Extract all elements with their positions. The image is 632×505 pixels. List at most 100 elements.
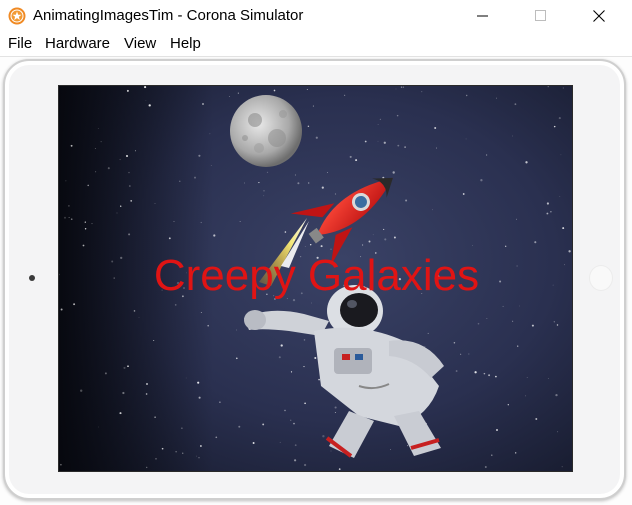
- star: [321, 186, 324, 189]
- close-button[interactable]: [576, 0, 622, 32]
- star: [344, 94, 346, 96]
- star: [308, 182, 310, 184]
- star: [68, 217, 70, 219]
- star: [181, 427, 183, 429]
- star: [483, 372, 486, 375]
- star: [555, 393, 558, 397]
- star: [198, 457, 200, 459]
- star: [215, 436, 218, 439]
- star: [384, 238, 387, 241]
- star: [377, 124, 379, 125]
- window-title: AnimatingImagesTim - Corona Simulator: [33, 7, 304, 24]
- star: [404, 146, 406, 148]
- star: [202, 103, 204, 105]
- star: [546, 202, 549, 205]
- star: [400, 86, 403, 88]
- star: [486, 318, 488, 319]
- star: [154, 203, 156, 205]
- star: [60, 463, 62, 466]
- star: [278, 356, 281, 359]
- star: [120, 205, 122, 207]
- star: [290, 419, 292, 421]
- star: [196, 455, 197, 457]
- star: [383, 141, 386, 144]
- menu-help[interactable]: Help: [170, 35, 201, 52]
- star: [468, 353, 470, 355]
- star: [294, 174, 296, 176]
- app-screen[interactable]: Creepy Galaxies: [58, 85, 573, 472]
- star: [238, 425, 241, 428]
- close-icon: [593, 10, 605, 22]
- menu-view[interactable]: View: [124, 35, 156, 52]
- star: [161, 447, 164, 450]
- star: [125, 154, 129, 158]
- star: [311, 302, 312, 304]
- star: [334, 411, 336, 414]
- menu-bar: File Hardware View Help: [0, 32, 632, 57]
- minimize-button[interactable]: [460, 0, 506, 32]
- star: [514, 103, 517, 106]
- star: [484, 466, 487, 468]
- star: [559, 196, 561, 197]
- star: [284, 231, 287, 233]
- star: [210, 165, 212, 166]
- star: [460, 353, 462, 355]
- maximize-button[interactable]: [518, 0, 564, 32]
- star: [80, 389, 83, 392]
- star: [200, 221, 202, 224]
- star: [322, 435, 325, 438]
- star: [517, 345, 519, 347]
- star: [228, 96, 230, 97]
- star: [505, 245, 507, 247]
- star: [488, 374, 491, 377]
- star: [146, 466, 148, 469]
- star: [65, 180, 67, 182]
- star: [130, 200, 133, 202]
- star: [148, 104, 151, 107]
- device-camera: [29, 275, 35, 281]
- star: [185, 377, 187, 379]
- star: [403, 86, 405, 88]
- star: [144, 86, 147, 89]
- device-home-button[interactable]: [589, 265, 613, 291]
- star: [182, 452, 184, 454]
- star: [519, 305, 520, 307]
- star: [453, 341, 456, 344]
- star: [553, 125, 556, 128]
- menu-hardware[interactable]: Hardware: [45, 35, 110, 52]
- star: [534, 241, 537, 244]
- star: [236, 329, 238, 331]
- star: [200, 445, 202, 447]
- star: [525, 395, 527, 397]
- star: [198, 154, 201, 157]
- star: [60, 308, 63, 311]
- star: [94, 148, 96, 149]
- star: [309, 243, 312, 246]
- minimize-icon: [477, 15, 488, 17]
- star: [107, 167, 110, 170]
- star: [237, 92, 239, 94]
- star: [95, 171, 97, 173]
- star: [455, 370, 458, 372]
- star: [465, 94, 468, 97]
- star: [485, 154, 488, 156]
- star: [330, 248, 332, 250]
- star: [390, 449, 391, 450]
- star: [550, 211, 552, 213]
- star: [364, 140, 367, 143]
- star: [560, 154, 562, 156]
- star: [306, 89, 308, 91]
- star: [213, 234, 216, 237]
- star: [116, 212, 118, 214]
- star: [561, 466, 563, 468]
- star: [263, 189, 265, 192]
- star: [377, 140, 379, 142]
- star: [179, 180, 181, 182]
- star: [126, 89, 129, 92]
- star: [294, 459, 297, 462]
- maximize-icon: [535, 10, 546, 21]
- menu-file[interactable]: File: [8, 35, 32, 52]
- star: [154, 416, 156, 418]
- star: [258, 182, 260, 184]
- star: [97, 127, 99, 129]
